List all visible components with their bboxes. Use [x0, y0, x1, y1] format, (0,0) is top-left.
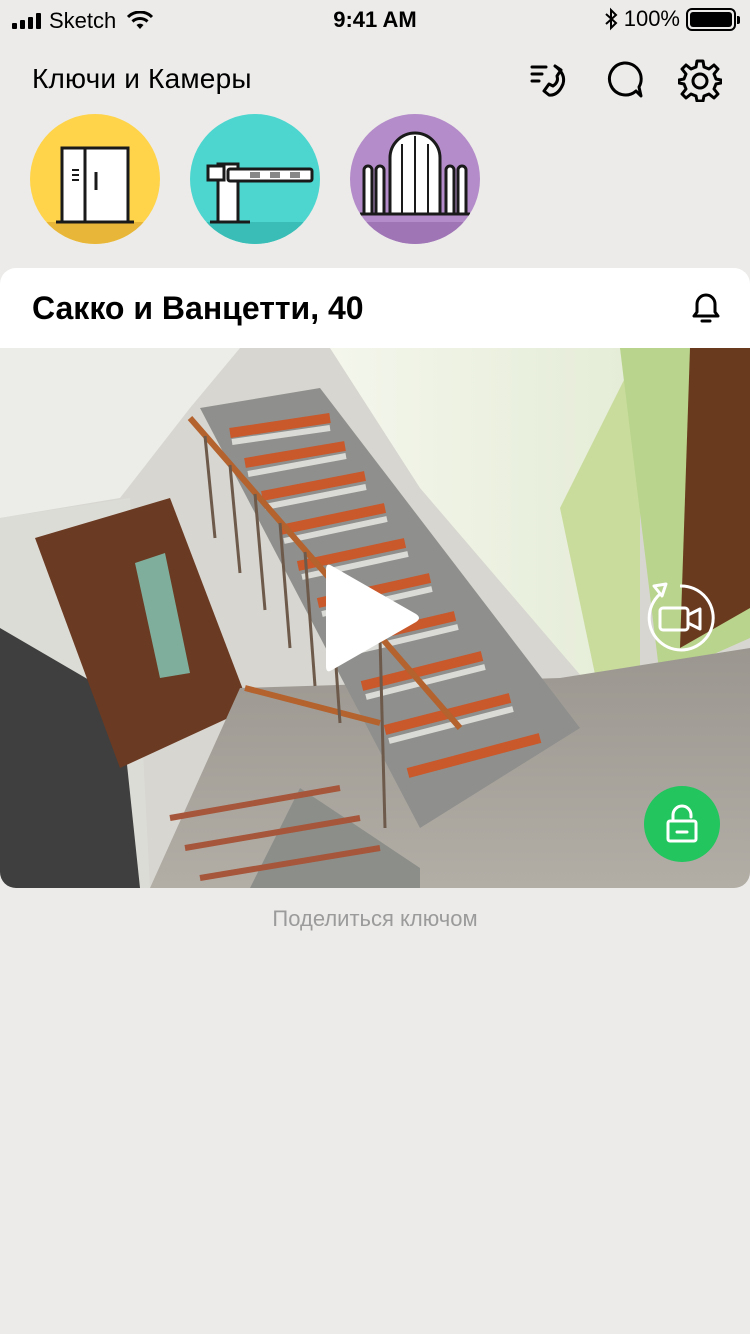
call-log-button[interactable]	[526, 58, 570, 102]
settings-button[interactable]	[678, 58, 722, 102]
status-right: 100%	[604, 6, 740, 32]
play-icon	[326, 564, 419, 672]
shortcut-gate[interactable]	[350, 114, 480, 244]
call-log-icon	[530, 64, 566, 97]
gear-icon	[678, 59, 722, 102]
app-screen: Sketch 9:41 AM 100% Ключи и Камеры Сакко…	[0, 0, 750, 1334]
switch-camera-button[interactable]	[640, 578, 720, 658]
status-bar: Sketch 9:41 AM 100%	[0, 0, 750, 40]
shortcut-barrier[interactable]	[190, 114, 320, 244]
camera-video[interactable]	[0, 348, 750, 888]
notifications-button[interactable]	[686, 288, 726, 328]
camera-card: Сакко и Ванцетти, 40	[0, 268, 750, 888]
card-header: Сакко и Ванцетти, 40	[0, 268, 750, 348]
chat-button[interactable]	[602, 58, 646, 102]
unlock-button[interactable]	[644, 786, 720, 862]
door-icon	[56, 146, 134, 224]
bluetooth-icon	[605, 7, 618, 31]
unlock-icon	[666, 804, 698, 843]
shortcut-door[interactable]	[30, 114, 160, 244]
battery-icon	[686, 7, 740, 31]
share-key-link[interactable]: Поделиться ключом	[0, 906, 750, 932]
address-title: Сакко и Ванцетти, 40	[32, 290, 364, 326]
header-actions	[526, 58, 722, 102]
gate-icon	[360, 131, 470, 216]
shortcut-row	[30, 114, 480, 244]
chat-icon	[608, 61, 643, 98]
bell-icon	[692, 293, 720, 323]
page-title: Ключи и Камеры	[32, 63, 252, 94]
battery-percent: 100%	[623, 6, 680, 31]
barrier-icon	[206, 162, 314, 224]
switch-camera-icon	[647, 582, 715, 652]
play-button[interactable]	[318, 558, 428, 678]
